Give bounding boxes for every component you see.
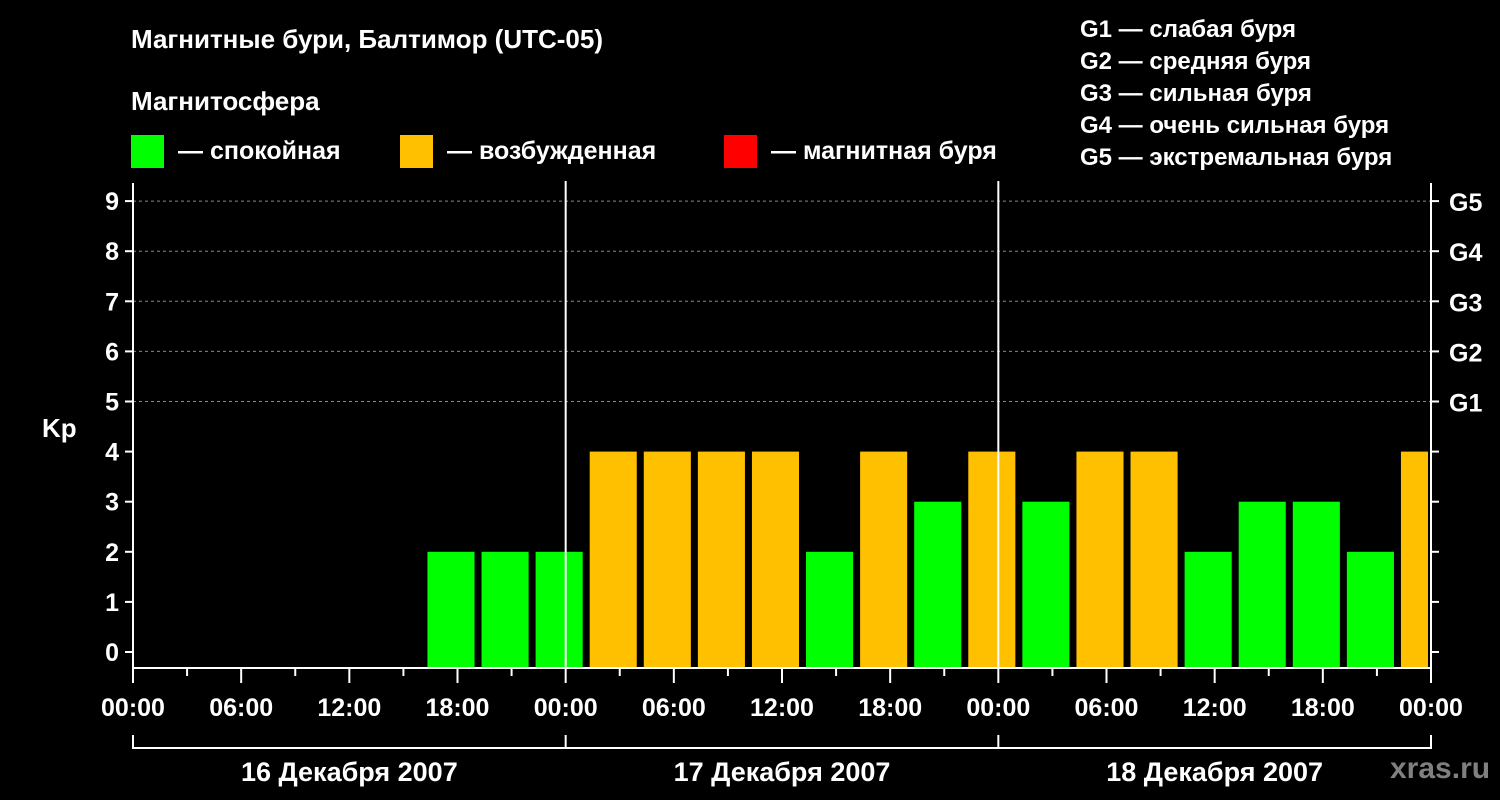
kp-bar [914,501,962,668]
kp-bar [1022,501,1070,668]
x-tick-label: 06:00 [1075,694,1139,722]
x-tick-label: 18:00 [858,694,922,722]
kp-bar [860,451,908,668]
x-tick-label: 12:00 [1183,694,1247,722]
day-label: 18 Декабря 2007 [1106,757,1323,787]
kp-bar [1130,451,1178,668]
g-level-label: G3 [1449,289,1482,317]
kp-bar [697,451,745,668]
kp-bar [427,551,475,668]
y-tick-label: 1 [105,589,119,617]
x-tick-label: 00:00 [966,694,1030,722]
kp-chart: 0 1 2 3 4 5 6 7 8 9 G1 G2 G3 G4 G5 Kp 00:00 06:00 12:00 18:… [42,181,1482,787]
kp-bar [806,551,854,668]
g-level-label: G2 [1449,339,1482,367]
x-tick-label: 18:00 [426,694,490,722]
kp-bar [589,451,637,668]
kp-bar [1238,501,1286,668]
kp-bar [1076,451,1124,668]
day-label: 16 Декабря 2007 [241,757,458,787]
y-tick-label: 5 [105,389,119,417]
y-tick-label: 3 [105,489,119,517]
kp-bar [968,451,1016,668]
kp-bar [643,451,691,668]
x-tick-label: 00:00 [1399,694,1463,722]
kp-bar [535,551,583,668]
kp-bar [1292,501,1340,668]
x-tick-label: 06:00 [642,694,706,722]
y-tick-label: 6 [105,338,119,366]
y-tick-label: 8 [105,238,119,266]
x-tick-label: 12:00 [317,694,381,722]
y-tick-label: 0 [105,639,119,667]
x-tick-label: 00:00 [534,694,598,722]
y-tick-label: 4 [105,439,119,467]
g-level-label: G5 [1449,189,1482,217]
x-tick-label: 06:00 [209,694,273,722]
y-axis-label: Kp [42,413,77,443]
watermark: xras.ru [1390,752,1491,785]
g-level-label: G4 [1449,239,1482,267]
y-tick-label: 9 [105,188,119,216]
g-level-label: G1 [1449,390,1482,418]
x-tick-label: 12:00 [750,694,814,722]
day-label: 17 Декабря 2007 [674,757,891,787]
x-tick-label: 00:00 [101,694,165,722]
kp-bar [751,451,800,668]
kp-bar [481,551,529,668]
x-tick-label: 18:00 [1291,694,1355,722]
kp-bar [1346,551,1394,668]
y-tick-label: 2 [105,539,119,567]
y-tick-label: 7 [105,288,119,316]
kp-bar [1184,551,1232,668]
kp-bar [1400,451,1428,668]
